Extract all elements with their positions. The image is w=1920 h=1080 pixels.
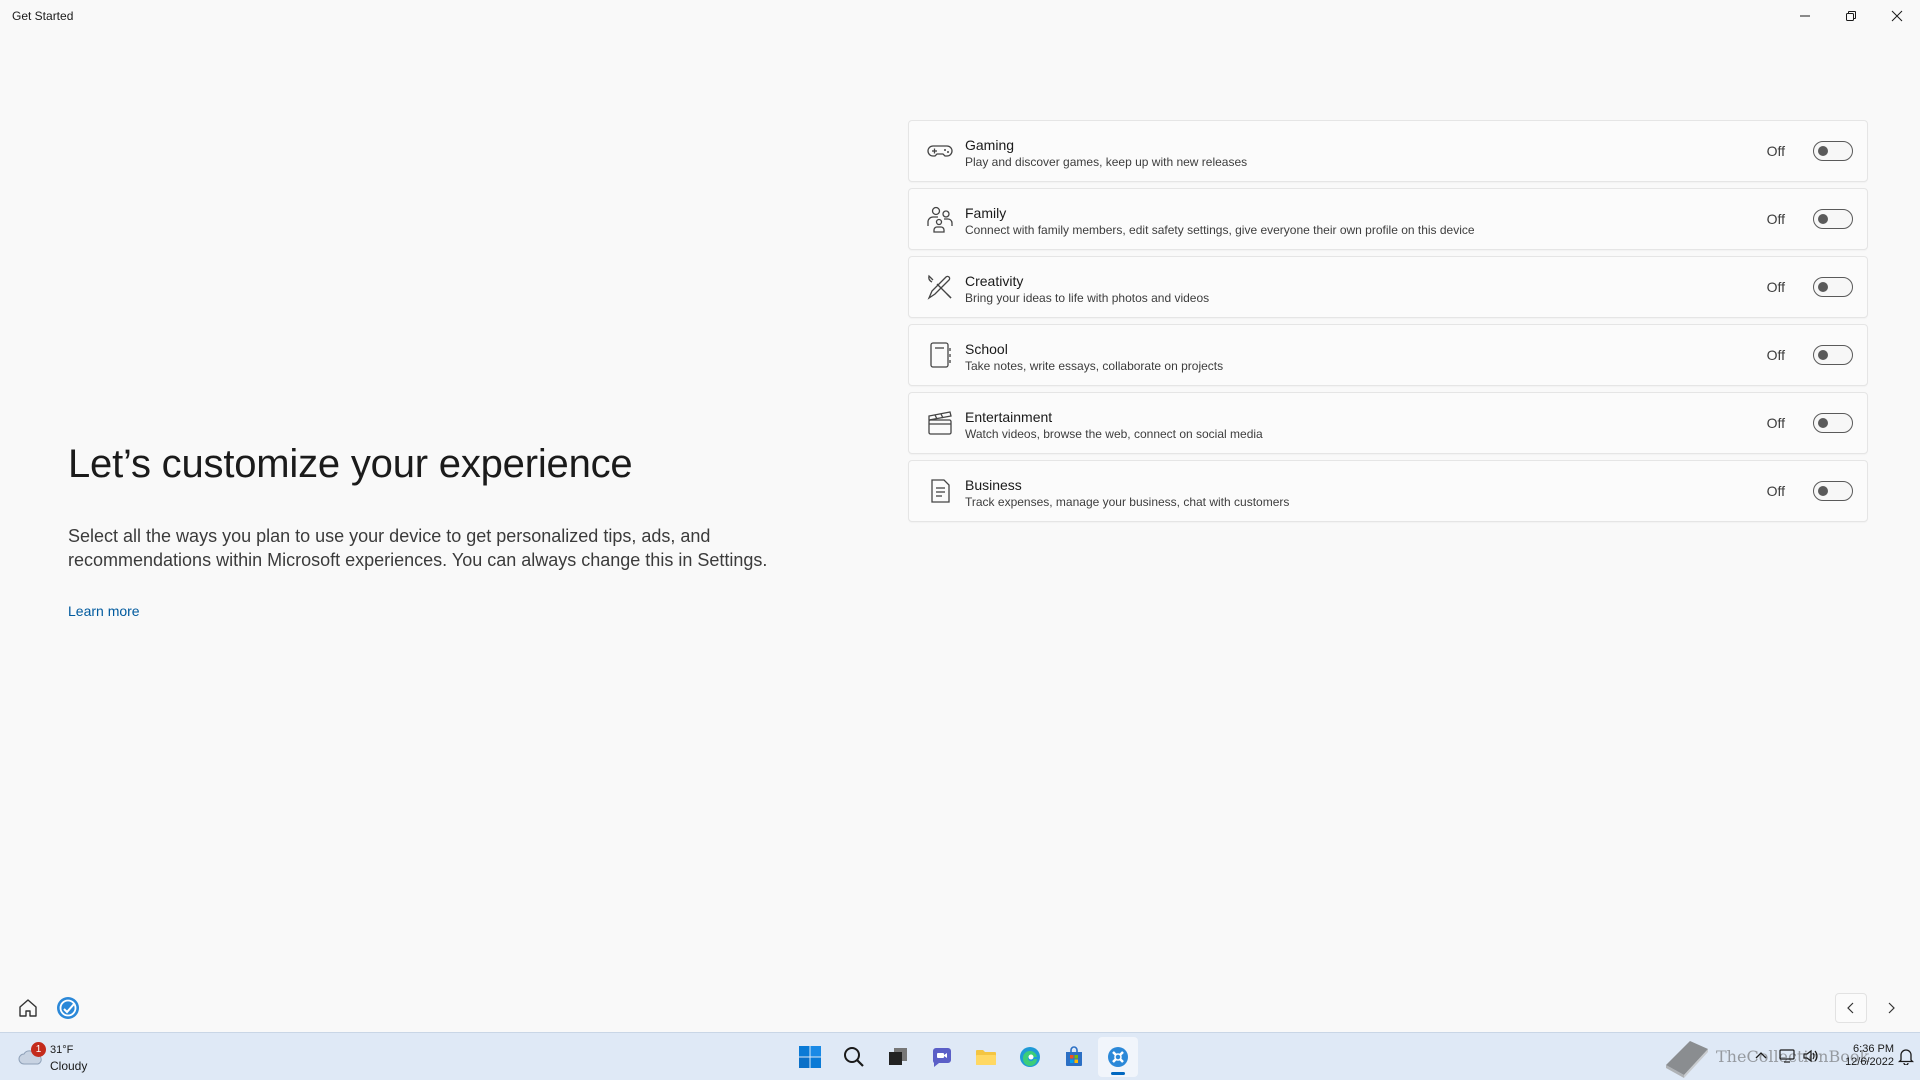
store-button[interactable] [1054, 1037, 1094, 1077]
toggle-state-label: Off [1766, 211, 1785, 227]
title-bar: Get Started [0, 0, 1920, 32]
window-title: Get Started [12, 9, 74, 23]
notification-bell-icon[interactable] [1898, 1047, 1914, 1065]
weather-condition: Cloudy [50, 1059, 88, 1073]
page-description: Select all the ways you plan to use your… [68, 526, 768, 570]
close-icon [1891, 10, 1903, 22]
chevron-right-icon [1888, 1002, 1895, 1014]
toggle-knob [1818, 350, 1828, 360]
show-hidden-icons-icon[interactable] [1754, 1049, 1768, 1063]
toggle-state-label: Off [1766, 143, 1785, 159]
category-list: Gaming Play and discover games, keep up … [908, 120, 1868, 528]
category-description: Play and discover games, keep up with ne… [965, 155, 1248, 169]
edge-button[interactable] [1010, 1037, 1050, 1077]
previous-page-button[interactable] [1835, 993, 1867, 1023]
category-description: Bring your ideas to life with photos and… [965, 291, 1210, 305]
home-button[interactable] [16, 996, 40, 1020]
toggle-state-label: Off [1766, 483, 1785, 499]
task-view-button[interactable] [878, 1037, 918, 1077]
chat-button[interactable] [922, 1037, 962, 1077]
category-title: Business [965, 477, 1022, 493]
chevron-left-icon [1847, 1002, 1854, 1014]
school-toggle[interactable] [1813, 345, 1853, 365]
notification-badge: 1 [31, 1042, 46, 1057]
page-title: Let’s customize your experience [68, 442, 633, 486]
search-icon [844, 1047, 864, 1067]
toggle-knob [1818, 214, 1828, 224]
clock-date: 12/6/2022 [1845, 1056, 1894, 1068]
tips-button[interactable] [55, 995, 81, 1021]
book-logo [1666, 1041, 1708, 1078]
file-explorer-button[interactable] [966, 1037, 1006, 1077]
pencil-brush-icon [925, 272, 955, 302]
teams-chat-icon [933, 1048, 951, 1067]
category-card-family[interactable]: Family Connect with family members, edit… [908, 188, 1868, 250]
weather-widget[interactable]: 1 31°F Cloudy [16, 1041, 96, 1073]
clapperboard-icon [925, 408, 955, 438]
home-icon [19, 999, 37, 1017]
category-card-creativity[interactable]: Creativity Bring your ideas to life with… [908, 256, 1868, 318]
windows-start-icon [799, 1046, 821, 1068]
category-title: School [965, 341, 1008, 357]
next-page-button[interactable] [1875, 993, 1907, 1023]
entertainment-toggle[interactable] [1813, 413, 1853, 433]
minimize-button[interactable] [1782, 0, 1828, 32]
category-description: Take notes, write essays, collaborate on… [965, 359, 1224, 373]
restore-button[interactable] [1828, 0, 1874, 32]
toggle-knob [1818, 418, 1828, 428]
category-description: Track expenses, manage your business, ch… [965, 495, 1290, 509]
taskbar-apps [790, 1037, 1142, 1077]
category-title: Family [965, 205, 1007, 221]
business-toggle[interactable] [1813, 481, 1853, 501]
get-started-icon [1108, 1047, 1128, 1067]
category-title: Gaming [965, 137, 1015, 153]
minimize-icon [1800, 15, 1810, 17]
category-card-business[interactable]: Business Track expenses, manage your bus… [908, 460, 1868, 522]
start-button[interactable] [790, 1037, 830, 1077]
document-icon [925, 476, 955, 506]
category-title: Entertainment [965, 409, 1053, 425]
task-view-icon [889, 1048, 907, 1065]
file-explorer-icon [976, 1050, 996, 1065]
search-button[interactable] [834, 1037, 874, 1077]
system-tray: TheCollectionBook 6:36 PM 12/6/2022 [1660, 1033, 1920, 1080]
clock-time: 6:36 PM [1853, 1043, 1894, 1055]
category-card-gaming[interactable]: Gaming Play and discover games, keep up … [908, 120, 1868, 182]
learn-more-link[interactable]: Learn more [68, 603, 140, 619]
notebook-icon [925, 340, 955, 370]
weather-temperature: 31°F [50, 1044, 74, 1056]
category-description: Watch videos, browse the web, connect on… [965, 427, 1263, 441]
category-title: Creativity [965, 273, 1024, 289]
window-controls [1782, 0, 1920, 32]
family-toggle[interactable] [1813, 209, 1853, 229]
network-icon[interactable] [1778, 1047, 1796, 1065]
get-started-button[interactable] [1098, 1037, 1138, 1077]
toggle-state-label: Off [1766, 415, 1785, 431]
restore-icon [1846, 11, 1856, 21]
volume-icon[interactable] [1802, 1047, 1820, 1065]
category-description: Connect with family members, edit safety… [965, 223, 1475, 237]
store-icon [1066, 1046, 1082, 1066]
toggle-knob [1818, 486, 1828, 496]
toggle-state-label: Off [1766, 347, 1785, 363]
toggle-knob [1818, 282, 1828, 292]
edge-icon [1020, 1047, 1040, 1067]
creativity-toggle[interactable] [1813, 277, 1853, 297]
tips-icon [57, 997, 79, 1019]
gamepad-icon [925, 136, 955, 166]
gaming-toggle[interactable] [1813, 141, 1853, 161]
category-card-school[interactable]: School Take notes, write essays, collabo… [908, 324, 1868, 386]
family-icon [925, 204, 955, 234]
taskbar: 1 31°F Cloudy TheCollectionBook 6:36 PM … [0, 1032, 1920, 1080]
toggle-state-label: Off [1766, 279, 1785, 295]
category-card-entertainment[interactable]: Entertainment Watch videos, browse the w… [908, 392, 1868, 454]
toggle-knob [1818, 146, 1828, 156]
close-button[interactable] [1874, 0, 1920, 32]
clock[interactable]: 6:36 PM 12/6/2022 [1824, 1043, 1894, 1069]
